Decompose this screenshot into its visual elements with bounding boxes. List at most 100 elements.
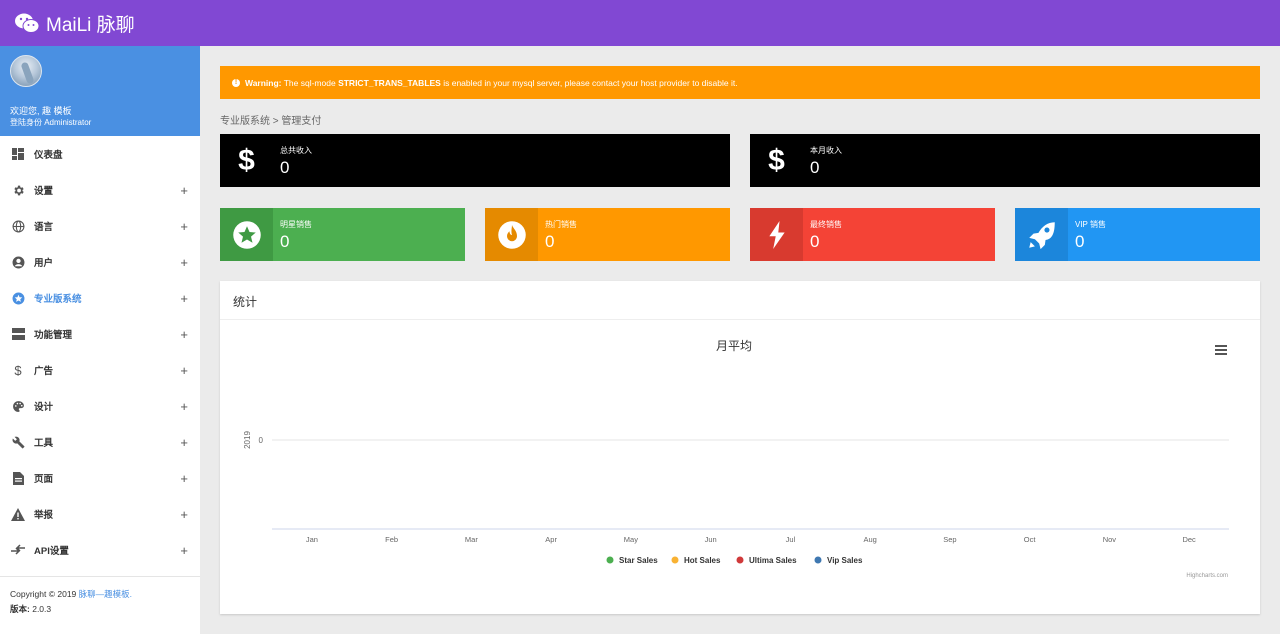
x-tick-label: Mar: [465, 535, 478, 544]
stat-value: 0: [280, 232, 290, 251]
bolt-icon: [750, 208, 803, 261]
wechat-icon: [15, 13, 40, 33]
dashboard-icon: [11, 147, 25, 161]
sidebar-item-ads[interactable]: $ 广告 +: [0, 352, 200, 388]
stat-label: 总共收入: [280, 146, 312, 155]
chart-area: 月平均 2019 0 Jan Feb Mar Apr May Jun Jul Aug Sep Oc…: [243, 339, 1229, 579]
expand-plus-icon[interactable]: +: [180, 543, 188, 558]
server-icon: [11, 327, 25, 341]
api-icon: [11, 543, 25, 557]
chart-title: 月平均: [716, 339, 752, 353]
rocket-icon: [1015, 208, 1068, 261]
stat-star-sales: 明星销售 0: [220, 208, 465, 261]
x-tick-label: Oct: [1024, 535, 1037, 544]
page-icon: [11, 471, 25, 485]
sidebar-item-label: 举报: [34, 510, 54, 521]
sidebar-item-label: 工具: [34, 438, 54, 449]
x-tick-label: Nov: [1103, 535, 1117, 544]
x-tick-label: Sep: [943, 535, 956, 544]
chart-menu-icon[interactable]: [1215, 345, 1227, 355]
alert-icon: !: [232, 78, 240, 87]
flame-icon: [485, 208, 538, 261]
legend-label: Ultima Sales: [749, 556, 797, 565]
y-axis-label: 2019: [243, 431, 252, 449]
welcome-text: 欢迎您, 趣 模板: [10, 106, 72, 116]
legend-item[interactable]: Ultima Sales: [736, 556, 798, 565]
warning-alert: ! Warning: The sql-mode STRICT_TRANS_TAB…: [220, 66, 1260, 99]
gear-icon: [11, 183, 25, 197]
sidebar-item-label: 用户: [34, 258, 54, 269]
warning-text-1: The sql-mode: [281, 77, 339, 88]
star-circle-icon: [220, 208, 273, 261]
x-tick-label: Aug: [863, 535, 876, 544]
stat-hot-sales: 热门销售 0: [485, 208, 730, 261]
warning-bold: STRICT_TRANS_TABLES: [338, 77, 441, 88]
sidebar-item-settings[interactable]: 设置 +: [0, 172, 200, 208]
legend-marker: [606, 556, 614, 564]
sidebar-item-label: 设计: [34, 402, 54, 413]
legend-item[interactable]: Hot Sales: [671, 556, 722, 565]
sidebar-item-users[interactable]: 用户 +: [0, 244, 200, 280]
stat-total-income: $ 总共收入 0: [220, 134, 730, 187]
expand-plus-icon[interactable]: +: [180, 291, 188, 306]
y-tick-label: 0: [259, 436, 264, 445]
expand-plus-icon[interactable]: +: [180, 183, 188, 198]
expand-plus-icon[interactable]: +: [180, 327, 188, 342]
chart-legend: Star Sales Hot Sales Ultima Sales Vip Sales: [606, 556, 863, 565]
legend-item[interactable]: Star Sales: [606, 556, 659, 565]
stat-label: VIP 销售: [1075, 220, 1106, 229]
top-bar: MaiLi 脉聊: [0, 0, 1280, 46]
warning-text-2: is enabled in your mysql server, please …: [440, 77, 738, 88]
expand-plus-icon[interactable]: +: [180, 471, 188, 486]
x-axis-ticks: Jan Feb Mar Apr May Jun Jul Aug Sep Oct Nov Dec: [306, 535, 1196, 544]
role-text: 登陆身份 Administrator: [10, 118, 92, 127]
legend-item[interactable]: Vip Sales: [814, 556, 863, 565]
expand-plus-icon[interactable]: +: [180, 363, 188, 378]
brand-logo[interactable]: MaiLi 脉聊: [14, 10, 135, 37]
legend-label: Vip Sales: [827, 556, 863, 565]
sidebar-item-reports[interactable]: 举报 +: [0, 496, 200, 532]
statistics-card: 统计 月平均 2019 0 Jan Feb Mar Apr May Jun Jul Aug Se…: [220, 281, 1260, 614]
stat-vip-sales: VIP 销售 0: [1015, 208, 1260, 261]
stat-label: 本月收入: [810, 146, 842, 155]
dollar-icon: $: [768, 143, 785, 177]
stat-label: 热门销售: [545, 220, 577, 229]
sidebar-item-label: API设置: [34, 546, 69, 557]
expand-plus-icon[interactable]: +: [180, 507, 188, 522]
x-tick-label: May: [624, 535, 638, 544]
copyright-link[interactable]: 脉聊—趣模板.: [79, 589, 132, 599]
breadcrumb: 专业版系统 > 管理支付: [220, 116, 322, 127]
stat-value: 0: [1075, 232, 1085, 251]
stat-label: 最终销售: [810, 220, 842, 229]
stat-value: 0: [280, 158, 290, 177]
expand-plus-icon[interactable]: +: [180, 255, 188, 270]
dollar-icon: $: [238, 143, 255, 177]
sidebar-item-language[interactable]: 语言 +: [0, 208, 200, 244]
star-circle-icon: [11, 291, 25, 305]
sidebar-item-features[interactable]: 功能管理 +: [0, 316, 200, 352]
legend-marker: [814, 556, 822, 564]
x-tick-label: Jul: [786, 535, 796, 544]
sidebar-item-api[interactable]: API设置 +: [0, 532, 200, 568]
sidebar-item-tools[interactable]: 工具 +: [0, 424, 200, 460]
expand-plus-icon[interactable]: +: [180, 435, 188, 450]
version-label: 版本:: [10, 604, 30, 614]
chart-credit[interactable]: Highcharts.com: [1186, 573, 1228, 579]
x-tick-label: Feb: [385, 535, 398, 544]
sidebar-item-dashboard[interactable]: 仪表盘: [0, 136, 200, 172]
expand-plus-icon[interactable]: +: [180, 219, 188, 234]
sidebar-item-design[interactable]: 设计 +: [0, 388, 200, 424]
stat-monthly-income: $ 本月收入 0: [750, 134, 1260, 187]
x-tick-label: Dec: [1182, 535, 1196, 544]
copyright: Copyright © 2019 脉聊—趣模板.: [10, 587, 190, 602]
legend-marker: [736, 556, 744, 564]
sidebar-item-label: 仪表盘: [34, 150, 63, 161]
dollar-icon: $: [14, 362, 22, 378]
profile-panel: 欢迎您, 趣 模板 登陆身份 Administrator: [0, 46, 200, 136]
sidebar-item-pages[interactable]: 页面 +: [0, 460, 200, 496]
expand-plus-icon[interactable]: +: [180, 399, 188, 414]
sidebar-item-label: 功能管理: [34, 330, 73, 341]
sidebar-item-pro-system[interactable]: 专业版系统 +: [0, 280, 200, 316]
stat-value: 0: [545, 232, 555, 251]
avatar[interactable]: [10, 55, 42, 87]
